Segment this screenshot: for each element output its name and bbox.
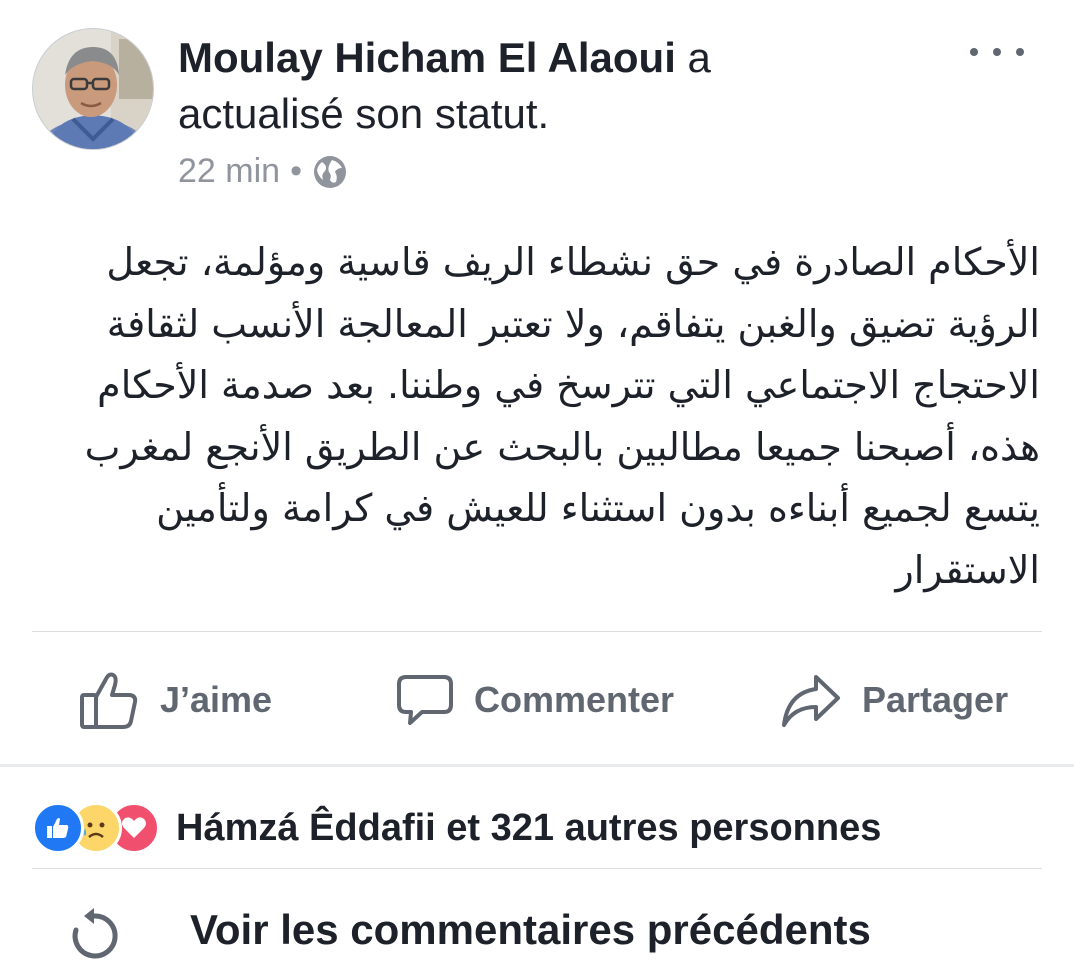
comment-button[interactable]: Commenter <box>396 660 674 740</box>
share-button[interactable]: Partager <box>780 660 1008 740</box>
share-label: Partager <box>862 679 1009 720</box>
reactions-bar[interactable]: Hámzá Êddafii et 321 autres personnes <box>32 798 881 858</box>
divider <box>32 868 1042 869</box>
like-reaction-icon <box>32 802 84 854</box>
author-avatar[interactable] <box>32 28 154 150</box>
previous-comments-label: Voir les commentaires précédents <box>190 906 871 953</box>
status-post: Moulay Hicham El Alaoui a actualisé son … <box>0 0 1074 765</box>
heart-icon <box>122 817 146 838</box>
like-label: J’aime <box>160 679 273 720</box>
action-word: a <box>675 34 711 81</box>
speech-bubble-icon <box>397 675 453 725</box>
section-separator <box>0 764 1074 767</box>
view-previous-comments[interactable]: Voir les commentaires précédents <box>0 888 1074 978</box>
post-headline: Moulay Hicham El Alaoui a actualisé son … <box>178 30 958 142</box>
globe-icon[interactable] <box>312 154 348 190</box>
action-description: actualisé son statut. <box>178 90 550 137</box>
post-body: الأحكام الصادرة في حق نشطاء الريف قاسية … <box>84 240 1040 592</box>
thumbs-up-icon <box>47 818 69 838</box>
meta-separator: • <box>290 152 302 190</box>
like-button[interactable]: J’aime <box>78 660 272 740</box>
reaction-summary[interactable]: Hámzá Êddafii et 321 autres personnes <box>176 807 881 850</box>
share-arrow-icon <box>782 675 840 727</box>
more-dot <box>993 48 1001 56</box>
comment-label: Commenter <box>474 679 675 720</box>
more-options-icon[interactable] <box>970 40 1024 64</box>
post-header: Moulay Hicham El Alaoui a actualisé son … <box>178 30 958 142</box>
post-meta: 22 min • <box>178 152 348 191</box>
divider <box>32 631 1042 632</box>
more-dot <box>970 48 978 56</box>
post-timestamp[interactable]: 22 min <box>178 152 280 191</box>
post-actions: J’aime Commenter Partager <box>0 660 1074 740</box>
refresh-icon <box>72 908 118 959</box>
avatar-photo <box>33 29 153 149</box>
thumbs-up-icon <box>80 672 138 729</box>
author-name[interactable]: Moulay Hicham El Alaoui <box>178 34 676 81</box>
more-dot <box>1016 48 1024 56</box>
